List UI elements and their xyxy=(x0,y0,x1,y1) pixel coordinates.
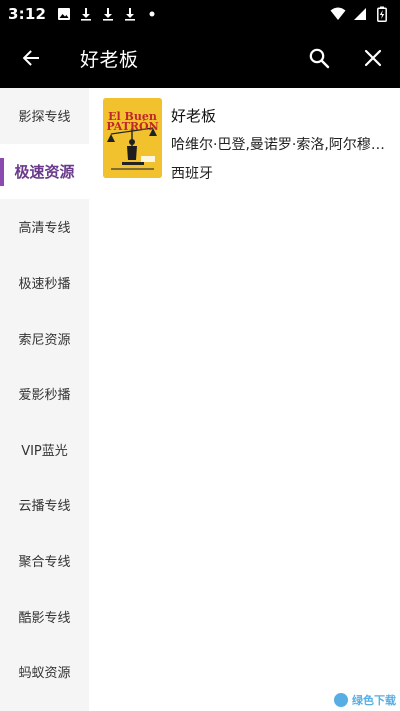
sidebar-item-source-3[interactable]: 极速秒播 xyxy=(0,255,89,311)
result-item[interactable]: El Buen PATRÓN 好老板 哈维尔·巴登,曼诺罗·索洛,阿尔穆德纳·阿… xyxy=(103,98,393,183)
status-notification-icons xyxy=(56,6,160,22)
arrow-left-icon xyxy=(22,50,39,66)
sidebar-item-source-5[interactable]: 爱影秒播 xyxy=(0,366,89,422)
poster-title: El Buen PATRÓN xyxy=(106,110,159,133)
dot-icon xyxy=(144,6,160,22)
search-results: El Buen PATRÓN 好老板 哈维尔·巴登,曼诺罗·索洛,阿尔穆德纳·阿… xyxy=(89,88,400,711)
watermark-logo-icon xyxy=(332,691,350,709)
wifi-icon xyxy=(330,6,346,22)
sidebar-item-source-6[interactable]: VIP蓝光 xyxy=(0,422,89,478)
back-button[interactable] xyxy=(0,28,62,88)
sidebar-item-source-7[interactable]: 云播专线 xyxy=(0,477,89,533)
watermark-text: 绿色下载 xyxy=(352,694,396,707)
close-icon xyxy=(364,49,382,67)
movie-poster[interactable]: El Buen PATRÓN xyxy=(103,98,162,178)
result-title[interactable]: 好老板 xyxy=(171,105,393,126)
source-sidebar: 影探专线 极速资源 高清专线 极速秒播 索尼资源 爱影秒播 VIP蓝光 云播专线… xyxy=(0,88,89,711)
sidebar-item-source-4[interactable]: 索尼资源 xyxy=(0,310,89,366)
sidebar-item-source-8[interactable]: 聚合专线 xyxy=(0,533,89,589)
sidebar-item-source-9[interactable]: 酷影专线 xyxy=(0,588,89,644)
download-icon xyxy=(100,6,116,22)
result-region: 西班牙 xyxy=(171,166,213,182)
sidebar-item-source-10[interactable]: 蚂蚁资源 xyxy=(0,644,89,700)
status-time: 3:12 xyxy=(8,5,47,23)
result-info: 好老板 哈维尔·巴登,曼诺罗·索洛,阿尔穆德纳·阿莫 西班牙 xyxy=(171,98,393,183)
search-icon xyxy=(309,48,330,69)
download-icon xyxy=(78,6,94,22)
signal-icon xyxy=(352,6,368,22)
sidebar-item-source-2[interactable]: 高清专线 xyxy=(0,199,89,255)
image-icon xyxy=(56,6,72,22)
status-system-icons xyxy=(330,6,390,22)
search-button[interactable] xyxy=(292,28,346,88)
app-bar: 好老板 xyxy=(0,28,400,88)
close-button[interactable] xyxy=(346,28,400,88)
sidebar-item-source-0[interactable]: 影探专线 xyxy=(0,88,89,144)
page-title: 好老板 xyxy=(80,48,139,71)
sidebar-item-source-1[interactable]: 极速资源 xyxy=(0,143,89,200)
battery-charging-icon xyxy=(374,6,390,22)
status-bar: 3:12 xyxy=(0,0,400,28)
download-icon xyxy=(122,6,138,22)
result-cast: 哈维尔·巴登,曼诺罗·索洛,阿尔穆德纳·阿莫 xyxy=(171,137,385,153)
watermark: 绿色下载 xyxy=(332,691,396,709)
